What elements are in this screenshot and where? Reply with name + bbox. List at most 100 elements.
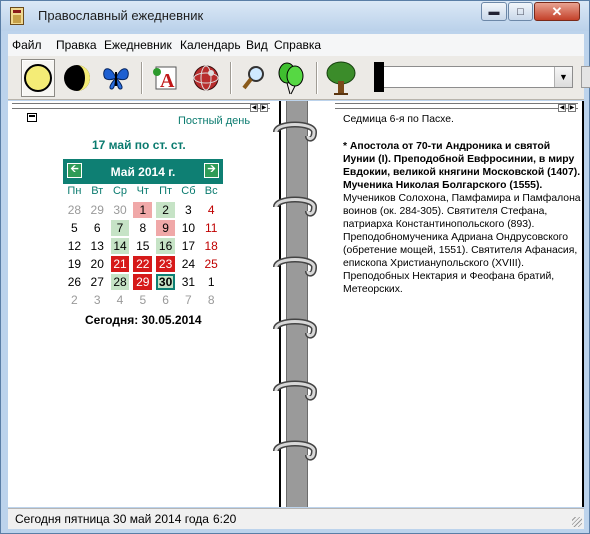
- minimize-icon: ▬: [488, 5, 500, 18]
- calendar-day[interactable]: 29: [88, 202, 107, 218]
- weekday-label: Пн: [67, 185, 82, 197]
- calendar-day[interactable]: 17: [179, 238, 198, 254]
- calendar-day[interactable]: 25: [202, 256, 221, 272]
- extra-toolbar-button[interactable]: [581, 66, 590, 88]
- calendar-day[interactable]: 30: [111, 202, 130, 218]
- calendar-day[interactable]: 10: [179, 220, 198, 236]
- arrow-left-icon: 🡨: [70, 164, 79, 175]
- collapse-icon[interactable]: [27, 113, 37, 122]
- calendar-day[interactable]: 23: [156, 256, 175, 272]
- pane-header-bar: ◀ ▶: [335, 103, 578, 112]
- full-moon-button[interactable]: [21, 59, 55, 97]
- left-page: ◀ ▶ Постный день 17 май по ст. ст. 🡨 Май…: [8, 101, 281, 507]
- window-title: Православный ежедневник: [38, 8, 204, 23]
- pane-left-arrow-icon[interactable]: ◀: [558, 104, 566, 112]
- menu-view[interactable]: Вид: [246, 38, 268, 52]
- calendar-day[interactable]: 29: [133, 274, 153, 290]
- resize-grip-icon[interactable]: [572, 517, 582, 527]
- next-month-button[interactable]: 🡪: [204, 163, 219, 178]
- pane-left-arrow-icon[interactable]: ◀: [250, 104, 258, 112]
- calendar-day[interactable]: 4: [111, 292, 130, 308]
- status-text: Сегодня пятница 30 май 2014 года: [15, 512, 209, 526]
- app-window: Православный ежедневник ▬ □ ✕ Файл Правк…: [0, 0, 590, 534]
- maximize-icon: □: [517, 5, 524, 18]
- calendar-day[interactable]: 19: [65, 256, 84, 272]
- calendar-day[interactable]: 18: [202, 238, 221, 254]
- calendar-day[interactable]: 28: [110, 274, 130, 290]
- calendar-day-today[interactable]: 30: [156, 274, 175, 290]
- status-bar: Сегодня пятница 30 май 2014 года 6:20: [8, 508, 584, 529]
- calendar-day[interactable]: 13: [88, 238, 107, 254]
- search-button[interactable]: [237, 59, 271, 97]
- close-button[interactable]: ✕: [534, 2, 580, 21]
- weekday-label: Вт: [91, 185, 104, 197]
- minimize-button[interactable]: ▬: [481, 2, 507, 21]
- diary-book: ◀ ▶ Постный день 17 май по ст. ст. 🡨 Май…: [8, 101, 584, 507]
- binder-ring: [273, 440, 318, 461]
- calendar-month-label: Май 2014 г.: [110, 164, 176, 179]
- calendar-day[interactable]: 28: [65, 202, 84, 218]
- menu-edit[interactable]: Правка: [56, 38, 97, 52]
- app-icon: [10, 7, 24, 25]
- calendar-days-grid: 28 29 30 1 2 3 4 5 6 7 8 9 10 11 12 13 1…: [63, 201, 223, 309]
- calendar-day[interactable]: 24: [179, 256, 198, 272]
- calendar-day[interactable]: 7: [179, 292, 198, 308]
- calendar-day[interactable]: 15: [133, 238, 152, 254]
- date-combobox[interactable]: ▼: [374, 62, 573, 92]
- calendar-day[interactable]: 7: [110, 220, 130, 236]
- day-description: Седмица 6-я по Пасхе. * Апостола от 70-т…: [343, 113, 583, 296]
- calendar-day[interactable]: 4: [202, 202, 221, 218]
- calendar-day[interactable]: 22: [133, 256, 153, 272]
- menu-calendar[interactable]: Календарь: [180, 38, 241, 52]
- menu-bar: Файл Правка Ежедневник Календарь Вид Спр…: [8, 34, 584, 56]
- menu-diary[interactable]: Ежедневник: [104, 38, 172, 52]
- menu-file[interactable]: Файл: [12, 38, 42, 52]
- calendar-day[interactable]: 2: [156, 202, 175, 218]
- pane-right-arrow-icon[interactable]: ▶: [260, 104, 268, 112]
- magnifier-icon: [242, 66, 264, 90]
- saints-secondary: Мучеников Солохона, Памфамира и Памфалон…: [343, 193, 581, 295]
- calendar-day[interactable]: 5: [65, 220, 84, 236]
- calendar-day[interactable]: 11: [202, 220, 221, 236]
- globe-icon: [193, 65, 219, 91]
- title-bar[interactable]: Православный ежедневник ▬ □ ✕: [1, 1, 589, 31]
- text-format-button[interactable]: A: [148, 59, 182, 97]
- calendar-day[interactable]: 26: [65, 274, 84, 290]
- calendar-day[interactable]: 27: [88, 274, 107, 290]
- chevron-down-icon[interactable]: ▼: [554, 67, 572, 87]
- calendar-day[interactable]: 5: [133, 292, 152, 308]
- calendar-day[interactable]: 2: [65, 292, 84, 308]
- calendar-day[interactable]: 3: [88, 292, 107, 308]
- calendar-day[interactable]: 8: [202, 292, 221, 308]
- calendar-day[interactable]: 6: [156, 292, 175, 308]
- arrow-right-icon: 🡪: [207, 164, 216, 175]
- old-style-date: 17 май по ст. ст.: [92, 138, 186, 152]
- maximize-button[interactable]: □: [508, 2, 533, 21]
- fast-day-label: Постный день: [178, 115, 251, 127]
- close-icon: ✕: [551, 3, 563, 19]
- calendar-header: 🡨 Май 2014 г. 🡪: [63, 159, 223, 184]
- calendar-day[interactable]: 1: [133, 202, 153, 218]
- calendar-day[interactable]: 1: [202, 274, 221, 290]
- tree-button[interactable]: [324, 59, 358, 97]
- calendar-day[interactable]: 9: [156, 220, 175, 236]
- calendar-day[interactable]: 20: [88, 256, 107, 272]
- balloons-button[interactable]: [274, 59, 308, 97]
- crescent-moon-button[interactable]: [60, 59, 94, 97]
- calendar-day[interactable]: 12: [65, 238, 84, 254]
- butterfly-button[interactable]: [99, 59, 133, 97]
- calendar-day[interactable]: 16: [156, 238, 175, 254]
- calendar-day[interactable]: 31: [179, 274, 198, 290]
- calendar-day[interactable]: 8: [133, 220, 152, 236]
- calendar-day[interactable]: 14: [110, 238, 130, 254]
- globe-button[interactable]: [189, 59, 223, 97]
- menu-help[interactable]: Справка: [274, 38, 321, 52]
- calendar-day[interactable]: 3: [179, 202, 198, 218]
- calendar-day[interactable]: 21: [110, 256, 130, 272]
- pane-right-arrow-icon[interactable]: ▶: [568, 104, 576, 112]
- prev-month-button[interactable]: 🡨: [67, 163, 82, 178]
- calendar-day[interactable]: 6: [88, 220, 107, 236]
- weekday-label: Ср: [112, 185, 128, 197]
- right-page: ◀ ▶ Седмица 6-я по Пасхе. * Апостола от …: [331, 101, 584, 507]
- binder-ring: [273, 196, 318, 217]
